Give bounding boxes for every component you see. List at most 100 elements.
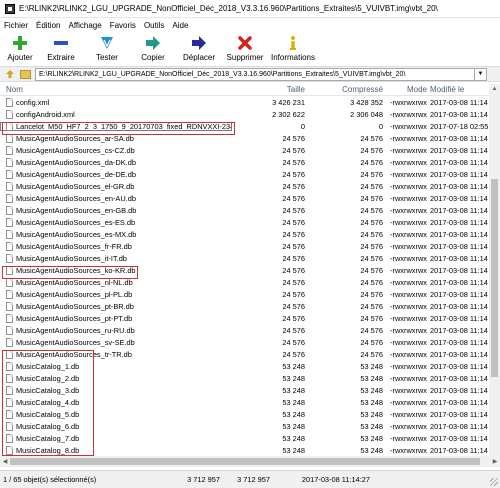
menu-affichage[interactable]: Affichage — [68, 21, 101, 30]
copy-label: Copier — [141, 53, 165, 62]
table-row[interactable]: MusicCatalog_2.db 53 248 53 248 -rwxrwxrwx 2… — [0, 372, 489, 384]
table-row[interactable]: configAndroid.xml 2 302 622 2 306 048 -rwxr… — [0, 108, 489, 120]
table-row[interactable]: MusicAgentAudioSources_en-AU.db 24 576 24 … — [0, 192, 489, 204]
file-mode: -rwxrwxrwx — [390, 169, 427, 179]
table-row[interactable]: MusicCatalog_6.db 53 248 53 248 -rwxrwxrwx 2… — [0, 420, 489, 432]
table-row[interactable]: MusicCatalog_7.db 53 248 53 248 -rwxrwxrwx 2… — [0, 432, 489, 444]
file-size: 24 576 — [282, 217, 305, 227]
address-path-input[interactable]: E:\RLINK2\RLINK2_LGU_UPGRADE_NonOfficiel… — [35, 67, 475, 81]
table-row[interactable]: MusicCatalog_4.db 53 248 53 248 -rwxrwxrwx 2… — [0, 396, 489, 408]
file-name: MusicCatalog_3.db — [0, 385, 232, 395]
table-row[interactable]: MusicAgentAudioSources_tr-TR.db 24 576 24 … — [0, 348, 489, 360]
app-icon — [5, 3, 15, 14]
column-size[interactable]: Taille — [232, 84, 305, 95]
menu-fichier[interactable]: Fichier — [4, 21, 28, 30]
table-row[interactable]: MusicAgentAudioSources_ko-KR.db 24 576 24 … — [0, 264, 489, 276]
file-mode: -rwxrwxrwx — [390, 361, 427, 371]
column-modified[interactable]: Modifié le — [427, 84, 489, 95]
menu-bar: Fichier Édition Affichage Favoris Outils… — [0, 18, 500, 32]
status-date: 2017-03-08 11:14:27 — [301, 475, 370, 484]
menu-aide[interactable]: Aide — [172, 21, 188, 30]
table-row[interactable]: MusicAgentAudioSources_da-DK.db 24 576 24 … — [0, 156, 489, 168]
scroll-thumb[interactable] — [491, 179, 498, 377]
move-button[interactable]: Déplacer — [176, 33, 222, 65]
file-name-text: MusicCatalog_8.db — [16, 445, 80, 455]
scroll-track[interactable] — [10, 458, 490, 465]
table-row[interactable]: MusicCatalog_3.db 53 248 53 248 -rwxrwxrwx 2… — [0, 384, 489, 396]
copy-button[interactable]: Copier — [130, 33, 176, 65]
table-row[interactable]: MusicAgentAudioSources_cs-CZ.db 24 576 24 … — [0, 144, 489, 156]
file-size: 24 576 — [282, 145, 305, 155]
file-modified: 2017-03-08 11:14 — [430, 133, 488, 143]
table-row[interactable]: MusicAgentAudioSources_pt-PT.db 24 576 24 … — [0, 312, 489, 324]
status-bar: 1 / 65 objet(s) sélectionné(s) 3 712 957… — [0, 470, 500, 488]
file-icon — [6, 397, 13, 407]
table-row[interactable]: MusicAgentAudioSources_de-DE.db 24 576 24 … — [0, 168, 489, 180]
menu-edition[interactable]: Édition — [36, 21, 60, 30]
file-name-text: MusicAgentAudioSources_tr-TR.db — [16, 349, 132, 359]
table-row[interactable]: MusicAgentAudioSources_it-IT.db 24 576 24 … — [0, 252, 489, 264]
menu-outils[interactable]: Outils — [144, 21, 164, 30]
up-folder-button[interactable] — [4, 68, 16, 80]
file-mode: -rwxrwxrwx — [390, 445, 427, 455]
menu-favoris[interactable]: Favoris — [110, 21, 136, 30]
column-compressed[interactable]: Compressé — [305, 84, 383, 95]
file-modified: 2017-03-08 11:14 — [430, 241, 488, 251]
table-row[interactable]: MusicCatalog_1.db 53 248 53 248 -rwxrwxrwx 2… — [0, 360, 489, 372]
column-mode[interactable]: Mode — [383, 84, 427, 95]
info-button[interactable]: Informations — [268, 33, 318, 65]
file-compressed: 24 576 — [360, 265, 383, 275]
file-mode: -rwxrwxrwx — [390, 97, 427, 107]
scroll-up-icon[interactable]: ▲ — [489, 84, 500, 94]
table-row[interactable]: MusicAgentAudioSources_el-GR.db 24 576 24 … — [0, 180, 489, 192]
file-compressed: 24 576 — [360, 181, 383, 191]
vertical-scrollbar[interactable]: ▲ — [489, 84, 500, 456]
table-row[interactable]: MusicCatalog_8.db 53 248 53 248 -rwxrwxrwx 2… — [0, 444, 489, 456]
file-size: 24 576 — [282, 205, 305, 215]
table-row[interactable]: config.xml 3 426 231 3 428 352 -rwxrwxrwx 20… — [0, 96, 489, 108]
scroll-right-icon[interactable]: ▶ — [490, 458, 500, 465]
file-name: config.xml — [0, 97, 232, 107]
file-size: 53 248 — [282, 445, 305, 455]
table-row[interactable]: MusicAgentAudioSources_es-ES.db 24 576 24 … — [0, 216, 489, 228]
delete-button[interactable]: Supprimer — [222, 33, 268, 65]
h-scroll-thumb[interactable] — [10, 458, 480, 465]
file-name: MusicCatalog_1.db — [0, 361, 232, 371]
file-name-text: MusicAgentAudioSources_de-DE.db — [16, 169, 136, 179]
column-name[interactable]: Nom — [0, 84, 232, 95]
test-button[interactable]: Tester — [84, 33, 130, 65]
chevron-down-icon[interactable]: ▼ — [475, 67, 487, 81]
file-modified: 2017-03-08 11:14 — [430, 193, 488, 203]
table-row[interactable]: Lancelot_M50_HF7_2_3_1750_9_20170703_fix… — [0, 120, 489, 132]
file-compressed: 24 576 — [360, 349, 383, 359]
file-mode: -rwxrwxrwx — [390, 217, 427, 227]
table-row[interactable]: MusicAgentAudioSources_pl-PL.db 24 576 24 … — [0, 288, 489, 300]
file-name: MusicAgentAudioSources_ko-KR.db — [0, 265, 232, 275]
file-compressed: 24 576 — [360, 241, 383, 251]
table-row[interactable]: MusicAgentAudioSources_nl-NL.db 24 576 24 … — [0, 276, 489, 288]
test-label: Tester — [96, 53, 118, 62]
table-row[interactable]: MusicAgentAudioSources_ru-RU.db 24 576 24 … — [0, 324, 489, 336]
table-row[interactable]: MusicAgentAudioSources_en-GB.db 24 576 24 … — [0, 204, 489, 216]
table-row[interactable]: MusicAgentAudioSources_ar-SA.db 24 576 24 … — [0, 132, 489, 144]
file-name-text: MusicCatalog_6.db — [16, 421, 80, 431]
file-name: MusicAgentAudioSources_nl-NL.db — [0, 277, 232, 287]
extract-button[interactable]: Extraire — [38, 33, 84, 65]
file-compressed: 24 576 — [360, 157, 383, 167]
horizontal-scrollbar[interactable]: ◀ ▶ — [0, 456, 500, 467]
file-mode: -rwxrwxrwx — [390, 337, 427, 347]
table-row[interactable]: MusicAgentAudioSources_sv-SE.db 24 576 24 … — [0, 336, 489, 348]
table-row[interactable]: MusicAgentAudioSources_fr-FR.db 24 576 24 … — [0, 240, 489, 252]
scroll-left-icon[interactable]: ◀ — [0, 458, 10, 465]
resize-grip-icon[interactable] — [490, 478, 498, 486]
file-name: MusicAgentAudioSources_ar-SA.db — [0, 133, 232, 143]
table-row[interactable]: MusicAgentAudioSources_es-MX.db 24 576 24 … — [0, 228, 489, 240]
file-icon — [6, 229, 13, 239]
table-row[interactable]: MusicCatalog_5.db 53 248 53 248 -rwxrwxrwx 2… — [0, 408, 489, 420]
add-button[interactable]: Ajouter — [2, 33, 38, 65]
file-icon — [6, 181, 13, 191]
table-row[interactable]: MusicAgentAudioSources_pt-BR.db 24 576 24 … — [0, 300, 489, 312]
file-mode: -rwxrwxrwx — [390, 301, 427, 311]
file-name: configAndroid.xml — [0, 109, 232, 119]
file-name-text: MusicCatalog_2.db — [16, 373, 80, 383]
